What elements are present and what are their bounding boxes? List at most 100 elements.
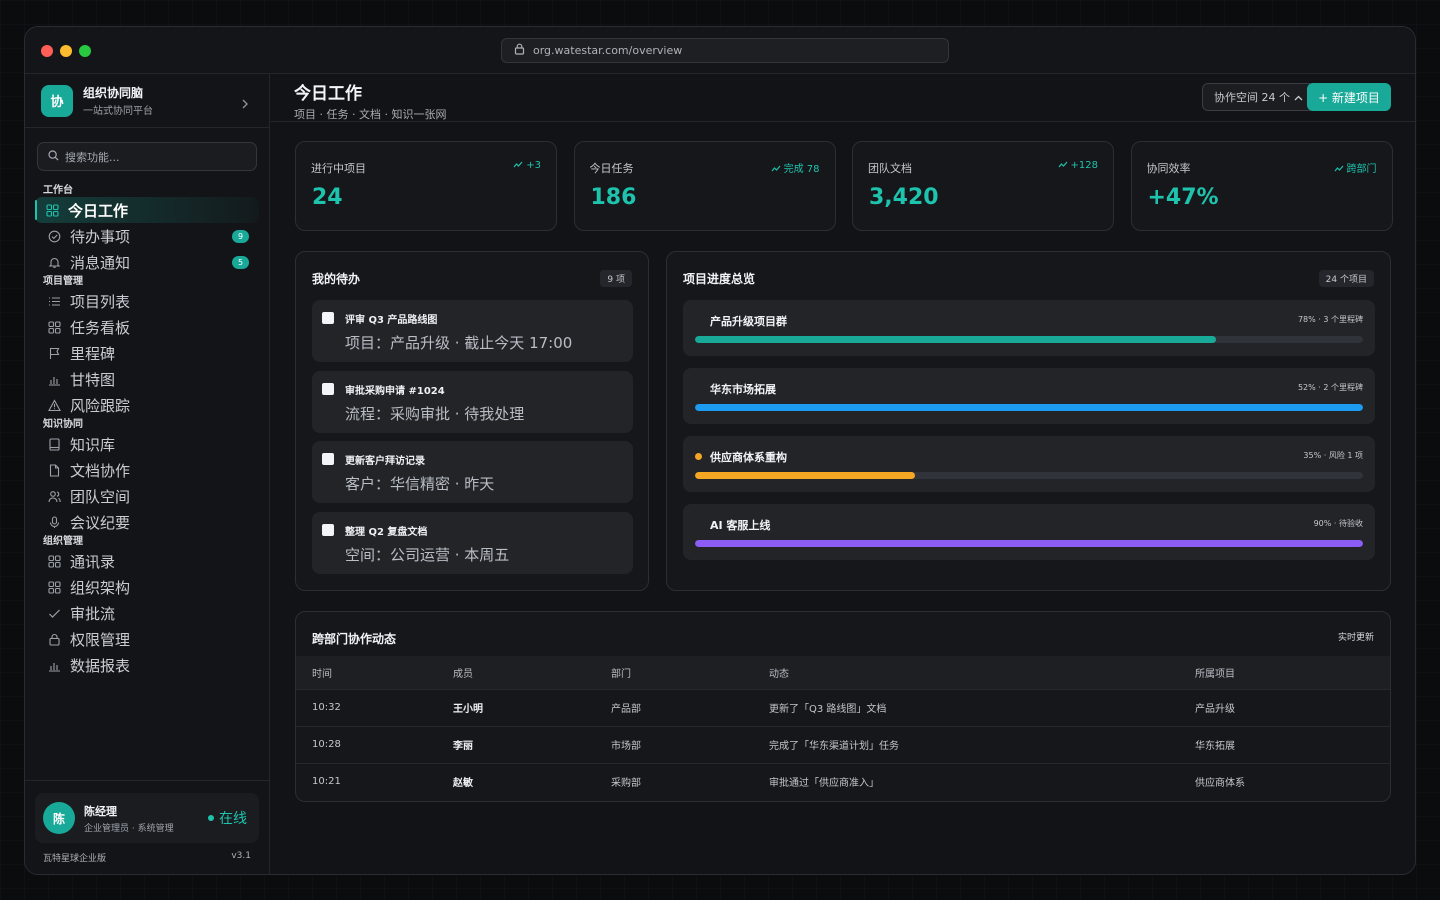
edition-label: 瓦特星球企业版 xyxy=(43,854,107,864)
stat-value: +47% xyxy=(1147,185,1219,210)
project-name: AI 客服上线 xyxy=(710,519,771,532)
stat-card: 协同效率 跨部门 +47% xyxy=(1130,141,1393,231)
todo-panel-title: 我的待办 xyxy=(312,272,361,286)
nav-section-title: 知识协同 xyxy=(43,419,83,430)
sidebar-item-label: 审批流 xyxy=(70,604,116,623)
project-item[interactable]: 产品升级项目群 78% · 3 个里程碑 xyxy=(683,300,1375,356)
table-row[interactable]: 10:32 王小明 产品部 更新了「Q3 路线图」文档 产品升级 xyxy=(296,688,1390,726)
stat-delta: +3 xyxy=(513,160,541,171)
stat-card: 进行中项目 +3 24 xyxy=(295,141,557,231)
project-name: 供应商体系重构 xyxy=(710,451,787,464)
sidebar-item-2[interactable]: 组织架构 xyxy=(25,574,269,600)
bar-chart-icon xyxy=(47,658,61,672)
progress-bar xyxy=(695,336,1363,343)
project-item[interactable]: 华东市场拓展 52% · 2 个里程碑 xyxy=(683,368,1375,424)
sidebar-item-2[interactable]: 任务看板 xyxy=(25,314,269,340)
address-bar[interactable]: org.watestar.com/overview xyxy=(501,38,949,63)
todo-detail: 空间：公司运营 · 本周五 xyxy=(345,545,510,564)
table-cell: 供应商体系 xyxy=(1179,762,1390,800)
check-icon xyxy=(47,606,61,620)
sidebar-item-1[interactable]: 项目列表 xyxy=(25,288,269,314)
todo-item[interactable]: 更新客户拜访记录 客户：华信精密 · 昨天 xyxy=(312,441,633,503)
table-cell: 王小明 xyxy=(437,688,595,726)
grid-icon xyxy=(47,580,61,594)
table-cell: 李丽 xyxy=(437,725,595,763)
table-cell: 10:32 xyxy=(296,688,437,726)
sidebar-item-4[interactable]: 权限管理 xyxy=(25,626,269,652)
sidebar-item-1[interactable]: 知识库 xyxy=(25,431,269,457)
table-row[interactable]: 10:21 赵敏 采购部 审批通过「供应商准入」 供应商体系 xyxy=(296,762,1390,800)
stat-value: 24 xyxy=(312,185,343,210)
todo-item[interactable]: 评审 Q3 产品路线图 项目：产品升级 · 截止今天 17:00 xyxy=(312,300,633,362)
sidebar-item-1[interactable]: 通讯录 xyxy=(25,548,269,574)
close-window-button[interactable] xyxy=(41,45,53,57)
count-badge: 9 xyxy=(232,230,249,243)
mic-icon xyxy=(47,515,61,529)
sidebar-item-label: 项目列表 xyxy=(70,292,131,311)
brand-switcher[interactable]: 协 组织协同脑 一站式协同平台 xyxy=(25,74,269,128)
sidebar-item-3[interactable]: 审批流 xyxy=(25,600,269,626)
todo-item[interactable]: 整理 Q2 复盘文档 空间：公司运营 · 本周五 xyxy=(312,511,633,574)
sidebar-item-label: 知识库 xyxy=(70,435,116,454)
live-update-label: 实时更新 xyxy=(1337,633,1374,643)
user-card[interactable]: 陈 陈经理 企业管理员 · 系统管理 在线 xyxy=(35,793,259,843)
todo-checkbox[interactable] xyxy=(322,523,334,536)
search-input[interactable]: 搜索功能... xyxy=(37,142,257,171)
bell-icon xyxy=(47,255,61,269)
progress-fill xyxy=(695,540,1363,547)
sidebar-item-label: 数据报表 xyxy=(70,656,131,675)
sidebar-item-3[interactable]: 团队空间 xyxy=(25,483,269,509)
todo-checkbox[interactable] xyxy=(322,382,334,395)
main-content: 今日工作 项目 · 任务 · 文档 · 知识一张网 协作空间 24 个 + 新建… xyxy=(271,74,1415,874)
maximize-window-button[interactable] xyxy=(79,45,91,57)
new-project-button[interactable]: + 新建项目 xyxy=(1307,83,1391,111)
sidebar-item-3[interactable]: 消息通知 5 xyxy=(25,249,269,275)
brand-logo: 协 xyxy=(41,84,73,117)
stat-delta-text: 完成 78 xyxy=(783,164,820,175)
project-item[interactable]: AI 客服上线 90% · 待验收 xyxy=(683,504,1375,560)
sidebar-item-1[interactable]: 今日工作 xyxy=(35,197,259,223)
sidebar-item-3[interactable]: 里程碑 xyxy=(25,340,269,366)
table-cell: 10:28 xyxy=(296,725,437,763)
project-item[interactable]: 供应商体系重构 35% · 风险 1 项 xyxy=(683,436,1375,492)
workspace-switch-button[interactable]: 协作空间 24 个 xyxy=(1202,83,1315,111)
sidebar-item-label: 组织架构 xyxy=(70,578,131,597)
sidebar-item-5[interactable]: 风险跟踪 xyxy=(25,392,269,418)
stat-delta: 跨部门 xyxy=(1334,160,1377,175)
stat-delta-text: 跨部门 xyxy=(1346,164,1377,175)
chevron-right-icon xyxy=(241,94,249,113)
sidebar-item-2[interactable]: 待办事项 9 xyxy=(25,223,269,249)
project-meta: 35% · 风险 1 项 xyxy=(1303,451,1363,460)
todo-detail: 流程：采购审批 · 待我处理 xyxy=(345,404,525,423)
minimize-window-button[interactable] xyxy=(60,45,72,57)
trend-up-icon xyxy=(513,160,523,171)
todo-item[interactable]: 审批采购申请 #1024 流程：采购审批 · 待我处理 xyxy=(312,370,633,433)
todo-detail: 客户：华信精密 · 昨天 xyxy=(345,475,495,493)
sidebar-item-label: 团队空间 xyxy=(70,487,131,506)
stat-card: 今日任务 完成 78 186 xyxy=(573,141,836,231)
todo-checkbox[interactable] xyxy=(322,453,334,465)
table-row[interactable]: 10:28 李丽 市场部 完成了「华东渠道计划」任务 华东拓展 xyxy=(296,725,1390,763)
user-area: 陈 陈经理 企业管理员 · 系统管理 在线 瓦特星球企业版 v3.1 xyxy=(25,780,269,874)
sidebar-item-4[interactable]: 甘特图 xyxy=(25,366,269,392)
user-role: 企业管理员 · 系统管理 xyxy=(84,823,174,834)
grid-icon xyxy=(47,320,61,334)
book-icon xyxy=(47,437,61,451)
chevron-up-icon xyxy=(1294,91,1303,104)
count-badge: 5 xyxy=(232,256,249,269)
project-name: 华东市场拓展 xyxy=(710,383,776,396)
app-window: org.watestar.com/overview 协 组织协同脑 一站式协同平… xyxy=(24,26,1416,875)
sidebar-item-label: 里程碑 xyxy=(70,344,116,363)
lock-icon xyxy=(514,43,525,58)
sidebar-item-4[interactable]: 会议纪要 xyxy=(25,509,269,535)
activity-panel-title: 跨部门协作动态 xyxy=(312,632,397,646)
todo-title: 评审 Q3 产品路线图 xyxy=(345,315,438,326)
trend-up-icon xyxy=(1058,160,1068,171)
nav-section-title: 工作台 xyxy=(43,185,73,196)
sidebar-item-2[interactable]: 文档协作 xyxy=(25,457,269,483)
todo-checkbox[interactable] xyxy=(322,312,334,324)
trend-up-icon xyxy=(1334,164,1344,175)
project-count-badge: 24 个项目 xyxy=(1318,270,1374,287)
brand-name: 组织协同脑 xyxy=(83,86,144,100)
sidebar-item-5[interactable]: 数据报表 xyxy=(25,652,269,678)
